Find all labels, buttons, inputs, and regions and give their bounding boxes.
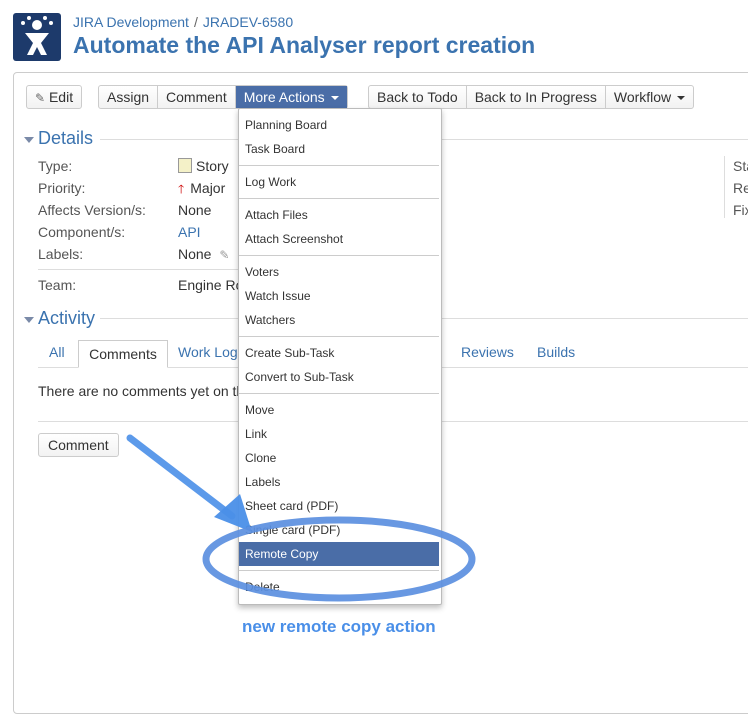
annotation-caption: new remote copy action xyxy=(242,617,436,636)
annotation-ellipse xyxy=(202,516,476,602)
annotation-arrow xyxy=(126,434,252,532)
annotation-overlay xyxy=(126,434,476,602)
